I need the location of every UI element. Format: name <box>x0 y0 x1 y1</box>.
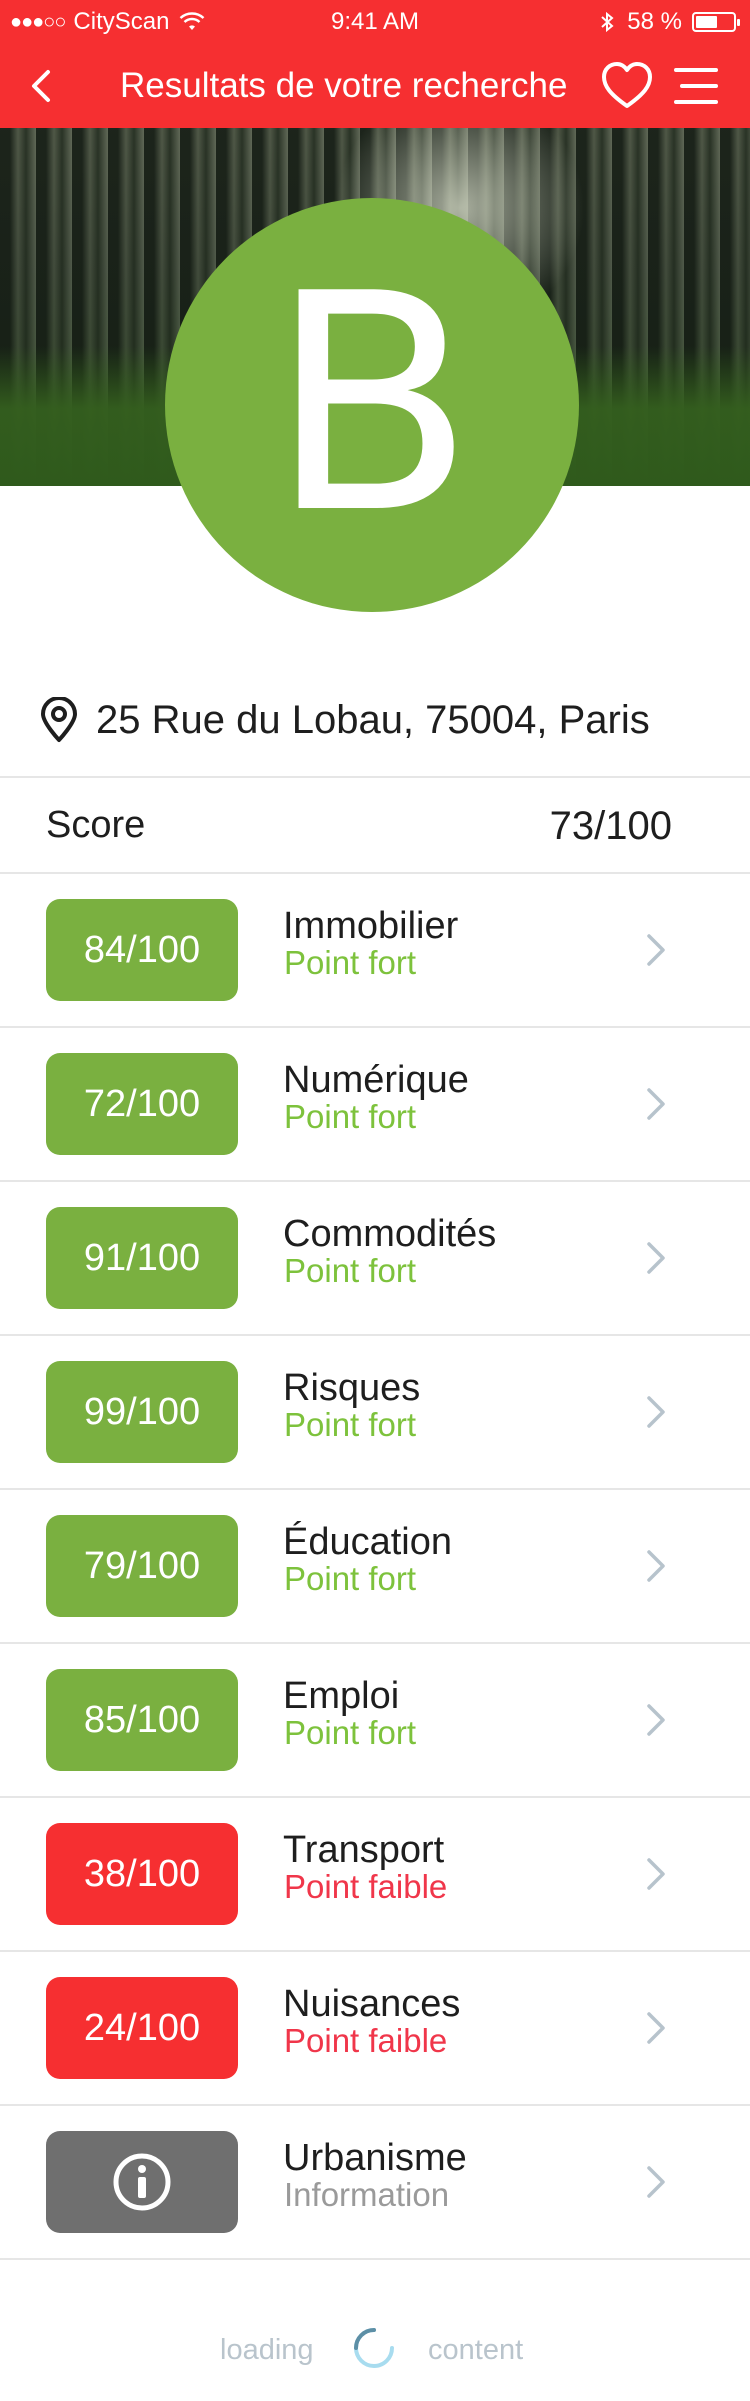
category-row[interactable]: 24/100 Nuisances Point faible <box>0 1952 750 2106</box>
category-row[interactable]: 85/100 Emploi Point fort <box>0 1644 750 1798</box>
chevron-right-icon <box>647 2012 665 2044</box>
category-row[interactable]: 38/100 Transport Point faible <box>0 1798 750 1952</box>
category-name: Emploi <box>283 1675 400 1717</box>
category-name: Nuisances <box>283 1983 461 2025</box>
category-status: Point faible <box>284 2022 448 2059</box>
hamburger-menu-icon[interactable] <box>672 64 720 108</box>
battery-percent: 58 % <box>627 8 682 35</box>
chevron-right-icon <box>647 934 665 966</box>
category-status: Point fort <box>284 1406 417 1443</box>
page-title: Resultats de votre recherche <box>120 66 568 105</box>
category-score-badge <box>46 2131 238 2233</box>
category-score-badge: 72/100 <box>46 1053 238 1155</box>
chevron-right-icon <box>647 1242 665 1274</box>
spinner-icon <box>354 2328 394 2368</box>
chevron-right-icon <box>647 1396 665 1428</box>
category-score-badge: 85/100 <box>46 1669 238 1771</box>
category-name: Immobilier <box>283 905 459 947</box>
category-row[interactable]: 99/100 Risques Point fort <box>0 1336 750 1490</box>
category-status: Point fort <box>284 1714 417 1751</box>
back-chevron-icon[interactable] <box>22 64 62 108</box>
category-name: Numérique <box>283 1059 469 1101</box>
category-score-badge: 84/100 <box>46 899 238 1001</box>
category-status: Point faible <box>284 1868 448 1905</box>
address-text: 25 Rue du Lobau, 75004, Paris <box>96 697 650 742</box>
nav-bar: Resultats de votre recherche <box>0 44 750 128</box>
category-name: Transport <box>283 1829 445 1871</box>
chevron-right-icon <box>647 1550 665 1582</box>
chevron-right-icon <box>647 1858 665 1890</box>
status-bar: ●●●○○ CityScan 9:41 AM 58 % <box>0 0 750 44</box>
category-name: Éducation <box>283 1521 453 1563</box>
category-status: Point fort <box>284 1252 417 1289</box>
category-score-badge: 99/100 <box>46 1361 238 1463</box>
address: 25 Rue du Lobau, 75004, Paris <box>38 690 650 750</box>
loading-content-text: content <box>428 2334 524 2366</box>
category-row[interactable]: 79/100 Éducation Point fort <box>0 1490 750 1644</box>
grade-badge: B <box>165 198 579 612</box>
category-status: Information <box>284 2176 450 2213</box>
battery-icon <box>692 12 740 32</box>
category-score-badge: 91/100 <box>46 1207 238 1309</box>
heart-icon[interactable] <box>600 60 654 112</box>
map-pin-icon <box>41 697 77 742</box>
category-row[interactable]: Urbanisme Information <box>0 2106 750 2260</box>
category-status: Point fort <box>284 944 417 981</box>
chevron-right-icon <box>647 2166 665 2198</box>
chevron-right-icon <box>647 1088 665 1120</box>
category-row[interactable]: 91/100 Commodités Point fort <box>0 1182 750 1336</box>
category-name: Risques <box>283 1367 421 1409</box>
score-row: Score 73/100 <box>0 778 750 874</box>
category-status: Point fort <box>284 1098 417 1135</box>
category-score-badge: 79/100 <box>46 1515 238 1617</box>
score-value: 73/100 <box>549 804 672 848</box>
score-label: Score <box>46 804 146 846</box>
info-circle-icon <box>113 2153 171 2211</box>
category-score-badge: 38/100 <box>46 1823 238 1925</box>
category-score-badge: 24/100 <box>46 1977 238 2079</box>
chevron-right-icon <box>647 1704 665 1736</box>
category-name: Urbanisme <box>283 2137 467 2179</box>
divider <box>0 2258 750 2260</box>
category-status: Point fort <box>284 1560 417 1597</box>
loading-text: loading <box>220 2334 314 2366</box>
category-row[interactable]: 72/100 Numérique Point fort <box>0 1028 750 1182</box>
loading-indicator: loading content <box>0 2322 750 2382</box>
bluetooth-icon <box>601 11 614 33</box>
category-row[interactable]: 84/100 Immobilier Point fort <box>0 874 750 1028</box>
category-name: Commodités <box>283 1213 497 1255</box>
